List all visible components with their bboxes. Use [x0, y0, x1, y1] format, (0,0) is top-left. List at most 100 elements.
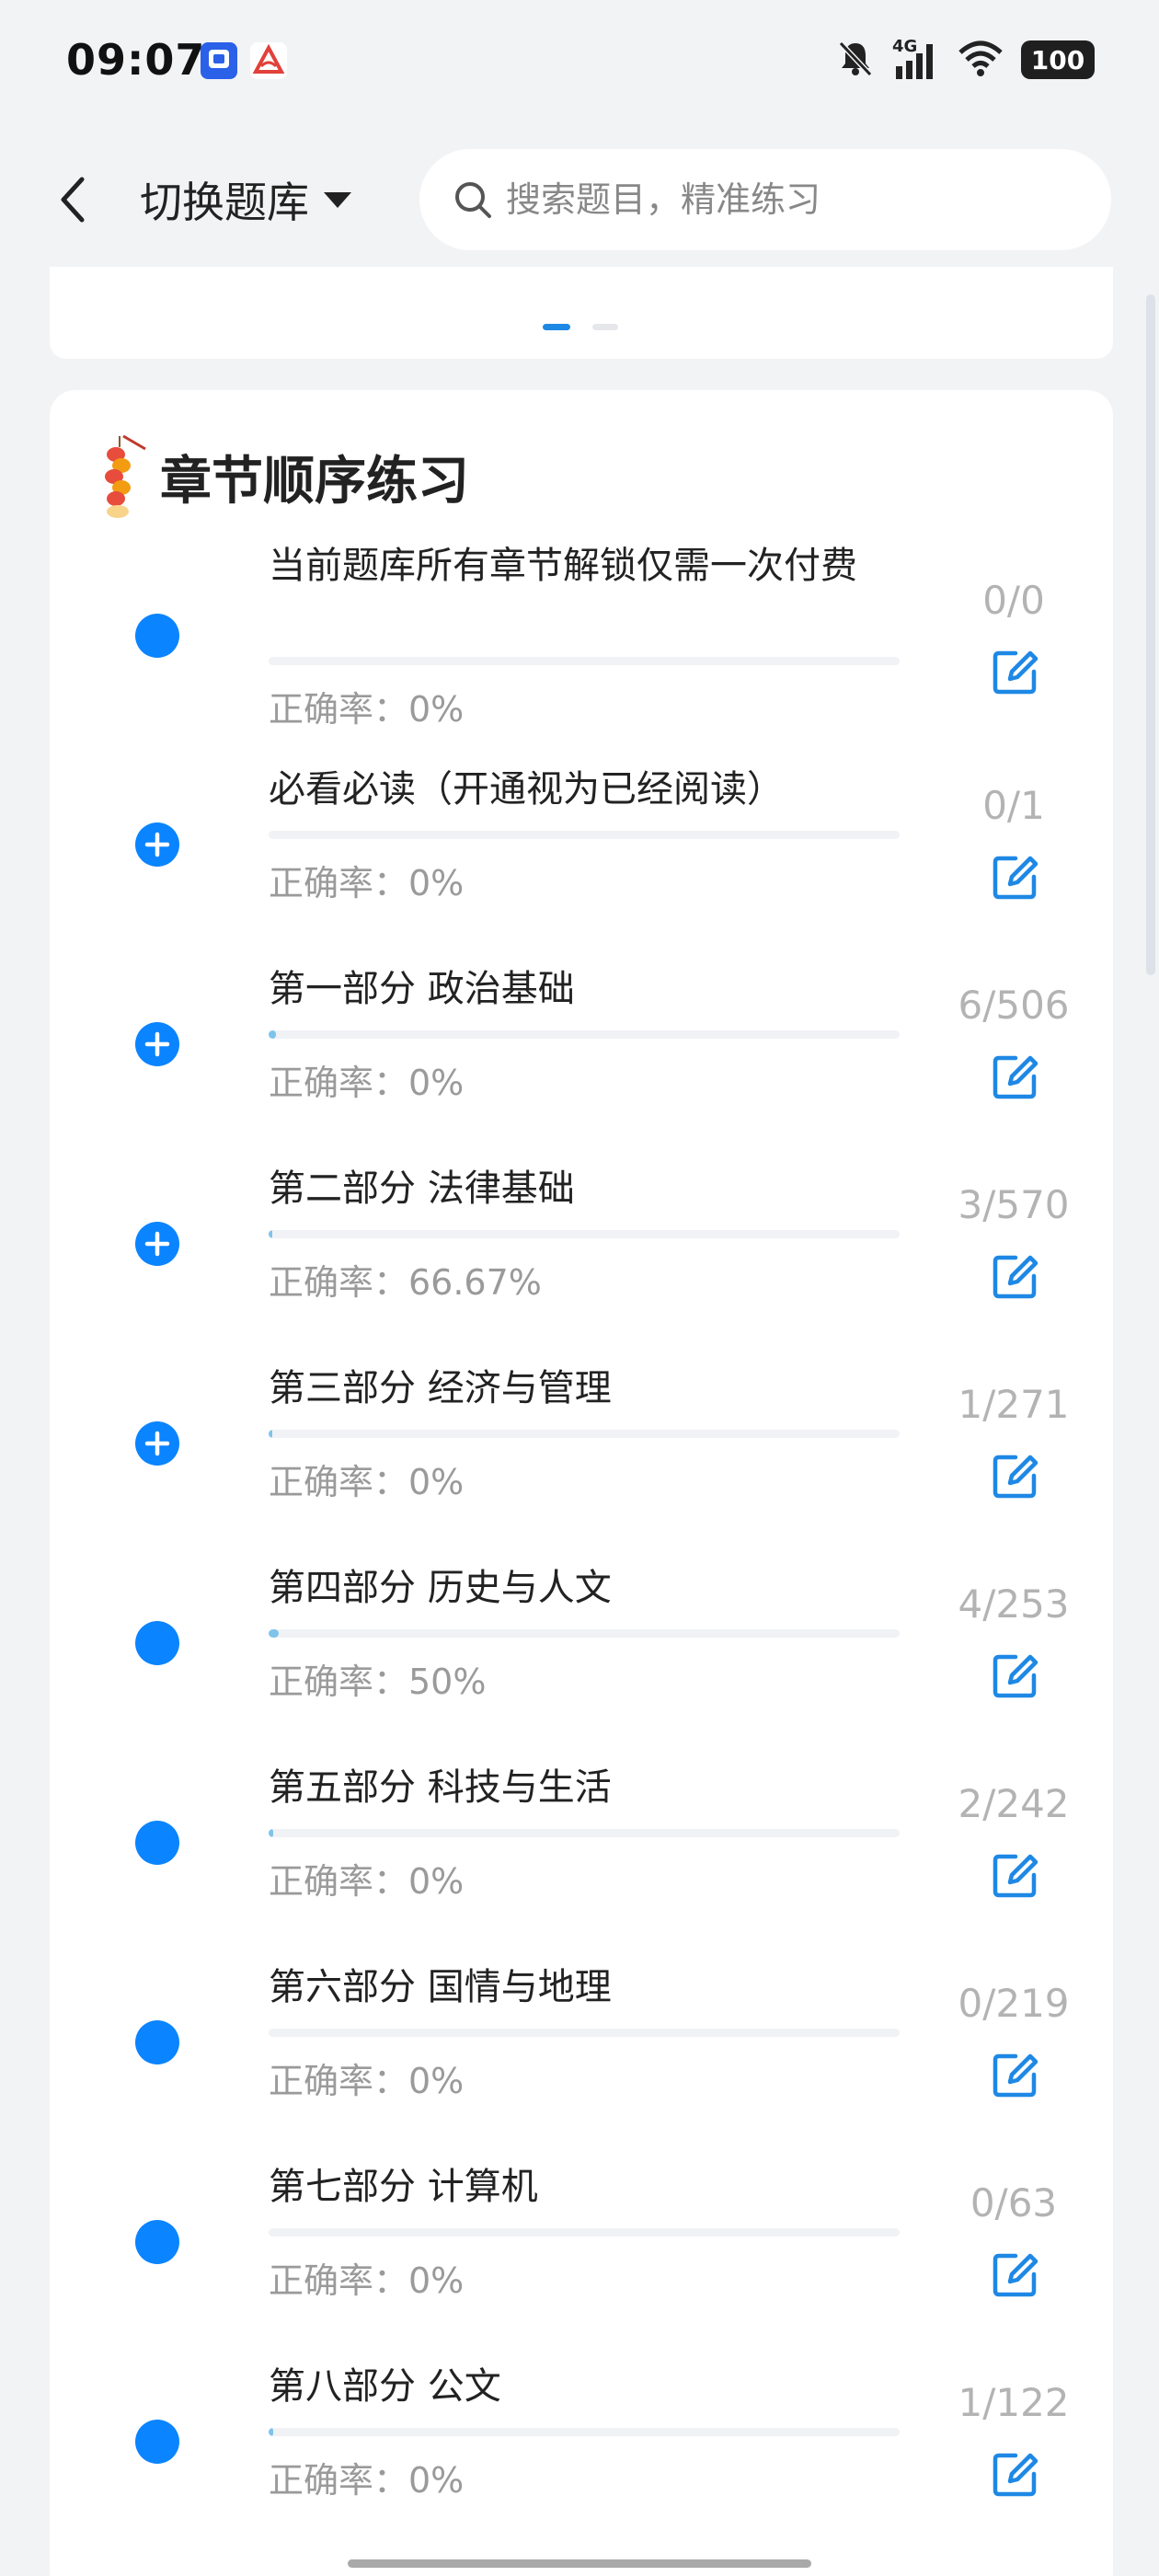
- chapter-row[interactable]: 第一部分 政治基础 正确率：0% 6/506: [50, 964, 1113, 1164]
- chapter-list: 当前题库所有章节解锁仅需一次付费 正确率：0% 0/0 必看必读（开通视为已经阅读） 正…: [50, 541, 1113, 2561]
- expand-plus-icon[interactable]: [134, 1221, 180, 1267]
- question-count: 1/271: [958, 1382, 1070, 1427]
- status-bar: 09:07 4G 100: [0, 0, 1159, 129]
- chapter-row[interactable]: 当前题库所有章节解锁仅需一次付费 正确率：0% 0/0: [50, 541, 1113, 765]
- accuracy-label: 正确率：0%: [269, 2460, 465, 2501]
- progress-fill: [269, 1230, 273, 1238]
- section-title: 章节顺序练习: [160, 451, 469, 512]
- practice-button[interactable]: [979, 1040, 1052, 1113]
- question-count: 3/570: [958, 1182, 1070, 1227]
- back-button[interactable]: [40, 167, 105, 232]
- expand-plus-icon[interactable]: [134, 1021, 180, 1067]
- switch-bank-dropdown[interactable]: 切换题库: [140, 166, 353, 234]
- carousel-dot[interactable]: [592, 324, 618, 330]
- practice-button[interactable]: [979, 1439, 1052, 1512]
- chapter-row[interactable]: 第六部分 国情与地理 正确率：0% 0/219: [50, 1962, 1113, 2162]
- expand-plus-icon[interactable]: [134, 822, 180, 868]
- scrollbar[interactable]: [1146, 294, 1155, 975]
- chapter-row[interactable]: 第七部分 计算机 正确率：0% 0/63: [50, 2162, 1113, 2362]
- search-input[interactable]: [506, 179, 1058, 220]
- edit-icon: [993, 856, 1039, 900]
- cellular-signal-icon: 4G: [892, 37, 940, 81]
- chapter-title: 第六部分 国情与地理: [269, 1966, 612, 2008]
- chapter-dot-icon: [134, 1620, 180, 1666]
- accuracy-label: 正确率：0%: [269, 689, 465, 730]
- practice-button[interactable]: [979, 1639, 1052, 1712]
- progress-fill: [269, 1430, 273, 1438]
- edit-icon: [993, 650, 1039, 695]
- accuracy-label: 正确率：0%: [269, 2260, 465, 2301]
- chapter-progress-bar: [269, 2029, 900, 2037]
- carousel-dot-active[interactable]: [543, 324, 570, 330]
- home-indicator[interactable]: [348, 2559, 811, 2568]
- chapter-title: 第七部分 计算机: [269, 2166, 538, 2208]
- accuracy-label: 正确率：0%: [269, 1462, 465, 1502]
- app-notification-icon: [201, 42, 237, 79]
- chapter-row[interactable]: 第四部分 历史与人文 正确率：50% 4/253: [50, 1563, 1113, 1763]
- practice-button[interactable]: [979, 840, 1052, 914]
- chapter-title: 第八部分 公文: [269, 2365, 501, 2408]
- chapter-dot-icon: [134, 2219, 180, 2265]
- accuracy-label: 正确率：0%: [269, 1861, 465, 1902]
- question-count: 6/506: [958, 983, 1070, 1028]
- edit-icon: [993, 1854, 1039, 1898]
- question-count: 0/63: [970, 2180, 1058, 2225]
- chapter-progress-bar: [269, 1430, 900, 1438]
- chapter-progress-bar: [269, 2228, 900, 2237]
- chapter-title: 当前题库所有章节解锁仅需一次付费: [269, 545, 857, 587]
- search-icon: [455, 182, 491, 218]
- chapter-dot-icon: [134, 1820, 180, 1866]
- practice-button[interactable]: [979, 635, 1052, 708]
- chapter-row[interactable]: 第八部分 公文 正确率：0% 1/122: [50, 2362, 1113, 2561]
- chapter-title: 第三部分 经济与管理: [269, 1367, 612, 1409]
- question-count: 2/242: [958, 1781, 1070, 1826]
- accuracy-label: 正确率：0%: [269, 1063, 465, 1103]
- question-count: 0/219: [958, 1981, 1070, 2026]
- chapter-row[interactable]: 必看必读（开通视为已经阅读） 正确率：0% 0/1: [50, 765, 1113, 964]
- chapter-dot-icon: [134, 2019, 180, 2065]
- question-count: 0/0: [982, 578, 1045, 623]
- accuracy-label: 正确率：50%: [269, 1662, 487, 1702]
- edit-icon: [993, 1455, 1039, 1499]
- chapter-progress-bar: [269, 831, 900, 839]
- top-bar: 切换题库: [0, 129, 1159, 267]
- edit-icon: [993, 1055, 1039, 1099]
- question-count: 1/122: [958, 2380, 1070, 2425]
- caret-down-icon: [324, 192, 351, 208]
- mute-bell-icon: [835, 38, 876, 82]
- chapter-title: 第五部分 科技与生活: [269, 1766, 612, 1809]
- chapter-row[interactable]: 第二部分 法律基础 正确率：66.67% 3/570: [50, 1164, 1113, 1363]
- battery-indicator: 100: [1021, 40, 1095, 79]
- edit-icon: [993, 2453, 1039, 2497]
- chapter-progress-bar: [269, 1829, 900, 1837]
- question-count: 4/253: [958, 1581, 1070, 1627]
- chapter-row[interactable]: 第三部分 经济与管理 正确率：0% 1/271: [50, 1363, 1113, 1563]
- practice-button[interactable]: [979, 1838, 1052, 1912]
- switch-bank-label: 切换题库: [140, 178, 309, 227]
- chapter-progress-bar: [269, 2428, 900, 2436]
- firecracker-icon: [98, 429, 147, 524]
- chevron-left-icon: [61, 177, 85, 223]
- wifi-icon: [957, 38, 1004, 82]
- practice-button[interactable]: [979, 2237, 1052, 2311]
- chapter-progress-bar: [269, 1030, 900, 1039]
- edit-icon: [993, 2053, 1039, 2098]
- search-bar[interactable]: [419, 149, 1111, 250]
- accuracy-label: 正确率：0%: [269, 863, 465, 903]
- chapter-progress-bar: [269, 1230, 900, 1238]
- chapter-title: 第四部分 历史与人文: [269, 1567, 612, 1609]
- practice-button[interactable]: [979, 2437, 1052, 2511]
- edit-icon: [993, 1654, 1039, 1698]
- section-header: 章节顺序练习: [98, 431, 469, 523]
- practice-button[interactable]: [979, 1239, 1052, 1313]
- chapter-title: 第二部分 法律基础: [269, 1167, 575, 1210]
- app-screen: 09:07 4G 100 切换题库 搜索题目，精准练习 章节顺序练习 当前题库所…: [0, 0, 1159, 2576]
- chapter-title: 必看必读（开通视为已经阅读）: [269, 768, 784, 811]
- chapter-row[interactable]: 第五部分 科技与生活 正确率：0% 2/242: [50, 1763, 1113, 1962]
- banner-carousel[interactable]: [50, 267, 1113, 359]
- chapter-dot-icon: [134, 2419, 180, 2465]
- status-time: 09:07: [66, 35, 206, 85]
- expand-plus-icon[interactable]: [134, 1420, 180, 1466]
- practice-button[interactable]: [979, 2038, 1052, 2111]
- chapter-progress-bar: [269, 1629, 900, 1638]
